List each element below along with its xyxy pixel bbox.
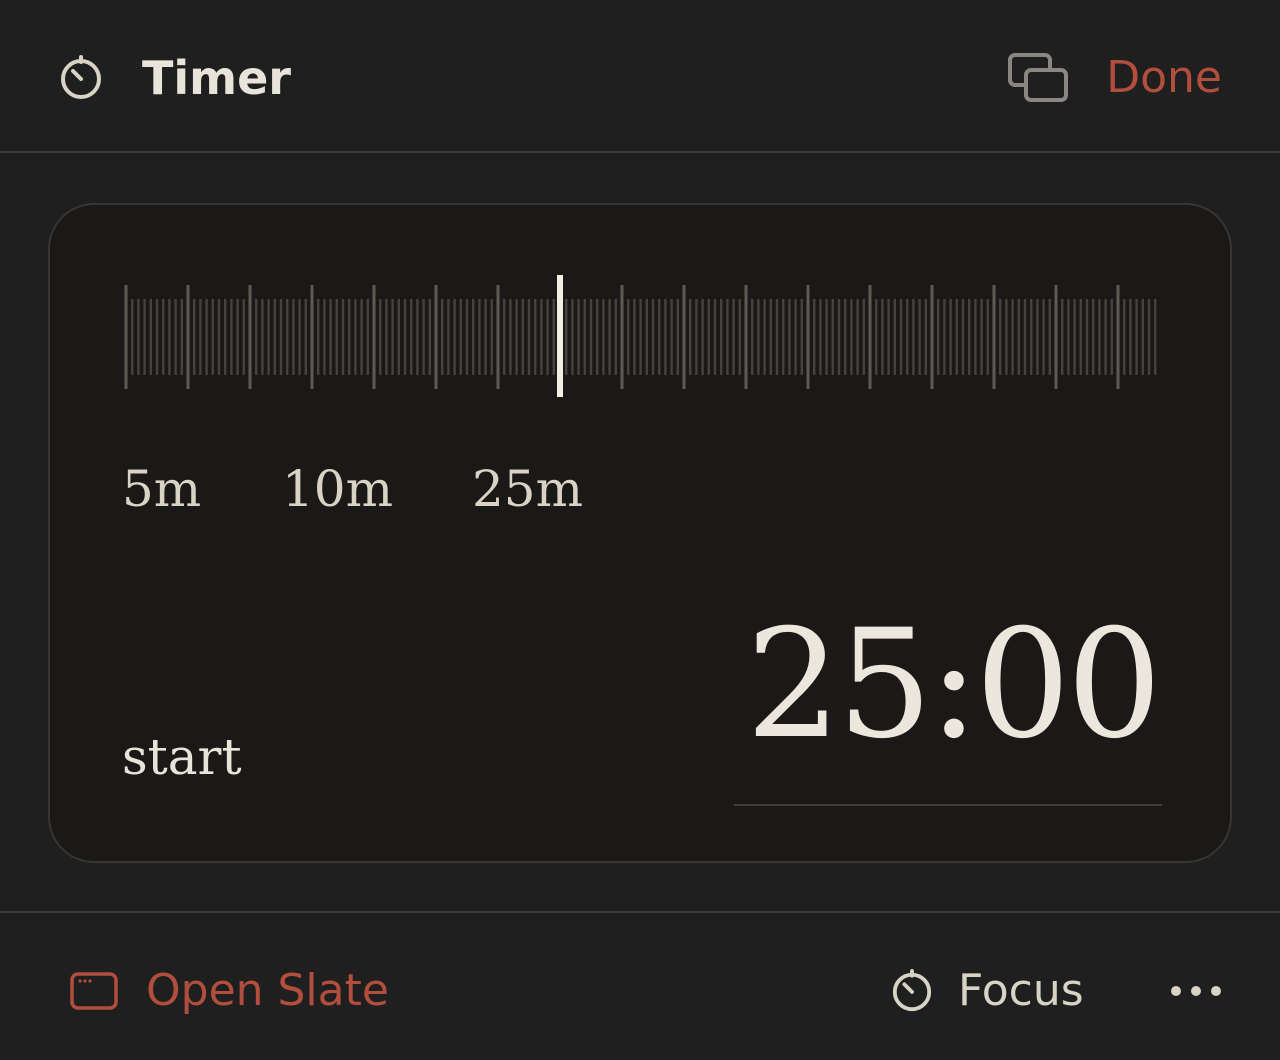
footer: Open Slate Focus xyxy=(0,911,1280,1060)
duration-ruler-ticks xyxy=(124,275,1157,397)
open-slate-label: Open Slate xyxy=(146,965,389,1016)
time-underline xyxy=(734,804,1162,806)
duration-ruler[interactable] xyxy=(120,273,1170,403)
timer-window: Timer Done 5m 10m 25m start 25:00 Open S… xyxy=(0,0,1280,1060)
preset-10m-button[interactable]: 10m xyxy=(282,457,393,521)
preset-25m-button[interactable]: 25m xyxy=(472,457,583,521)
popout-windows-icon[interactable] xyxy=(1006,50,1070,106)
window-icon xyxy=(70,972,118,1010)
done-button[interactable]: Done xyxy=(1106,50,1222,106)
preset-5m-button[interactable]: 5m xyxy=(122,457,201,521)
focus-button[interactable]: Focus xyxy=(888,961,1108,1021)
timer-card: 5m 10m 25m start 25:00 xyxy=(48,203,1232,863)
more-horizontal-icon[interactable] xyxy=(1168,975,1224,1007)
time-display[interactable]: 25:00 xyxy=(728,600,1162,770)
page-title: Timer xyxy=(142,51,291,105)
start-button[interactable]: start xyxy=(122,725,242,789)
focus-label: Focus xyxy=(958,965,1084,1016)
timer-icon xyxy=(892,969,932,1012)
timer-icon xyxy=(61,55,101,99)
header: Timer Done xyxy=(0,0,1280,153)
